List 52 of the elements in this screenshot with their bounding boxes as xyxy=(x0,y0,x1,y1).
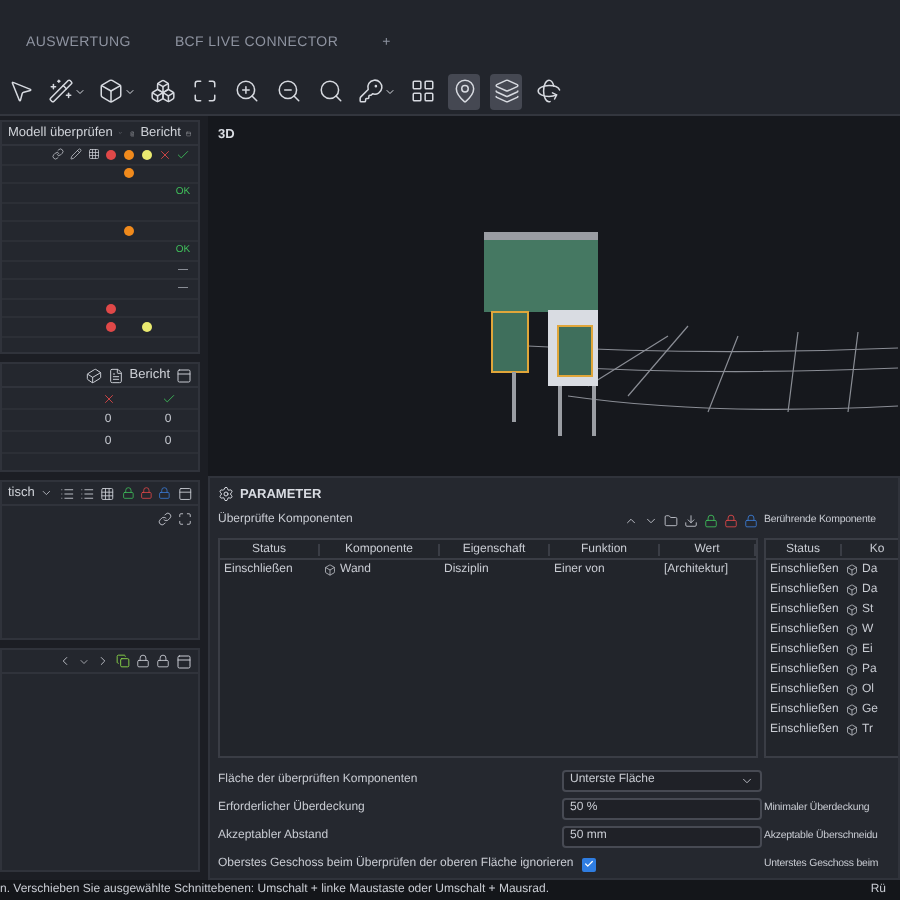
link-icon xyxy=(51,148,63,161)
caret-icon xyxy=(78,655,90,667)
status-dot-icon xyxy=(142,149,152,160)
list-icon xyxy=(80,485,95,501)
download-icon xyxy=(684,513,698,527)
key-icon[interactable] xyxy=(356,73,396,109)
cube-icon xyxy=(85,367,102,383)
expand-icon xyxy=(178,511,192,525)
forward-icon xyxy=(96,654,110,668)
caret-icon xyxy=(740,773,754,787)
grid-icon xyxy=(87,148,99,161)
link-icon xyxy=(158,511,172,525)
3d-settings-icon[interactable] xyxy=(532,73,564,109)
component-icon xyxy=(846,564,858,576)
component-icon xyxy=(846,684,858,696)
cross-icon xyxy=(101,391,115,405)
settings-icon xyxy=(218,486,234,502)
wand-tool-icon[interactable] xyxy=(46,73,86,109)
component-icon xyxy=(846,724,858,736)
layer-icon xyxy=(116,654,130,668)
down-icon xyxy=(644,513,658,527)
cube-icon[interactable] xyxy=(96,73,136,109)
cross-icon xyxy=(158,147,172,162)
lock-icon xyxy=(121,486,134,500)
component-icon xyxy=(846,624,858,636)
check-icon xyxy=(176,147,190,162)
folder-icon xyxy=(664,513,678,527)
layers-icon[interactable] xyxy=(490,73,522,109)
map-pin-icon[interactable] xyxy=(448,73,480,109)
tree-icon xyxy=(59,485,75,501)
check-icon xyxy=(161,391,175,405)
wall-icon xyxy=(324,564,336,576)
status-dot-icon xyxy=(124,149,134,160)
caret-icon xyxy=(40,486,54,500)
component-icon xyxy=(846,644,858,656)
component-icon xyxy=(846,664,858,676)
pencil-icon xyxy=(69,148,81,161)
lock-icon xyxy=(704,513,718,527)
component-icon xyxy=(846,604,858,616)
status-dot-icon xyxy=(106,149,116,160)
component-icon xyxy=(846,584,858,596)
lock-icon xyxy=(724,513,738,527)
checkbox[interactable] xyxy=(581,857,596,871)
up-icon xyxy=(624,513,638,527)
component-icon xyxy=(846,704,858,716)
lock-icon xyxy=(158,486,172,500)
lock-icon xyxy=(139,486,153,500)
lock-icon xyxy=(136,654,150,668)
grid-icon xyxy=(100,485,116,501)
lock-icon xyxy=(156,654,170,668)
lock-icon xyxy=(744,513,758,527)
back-icon xyxy=(58,654,72,668)
